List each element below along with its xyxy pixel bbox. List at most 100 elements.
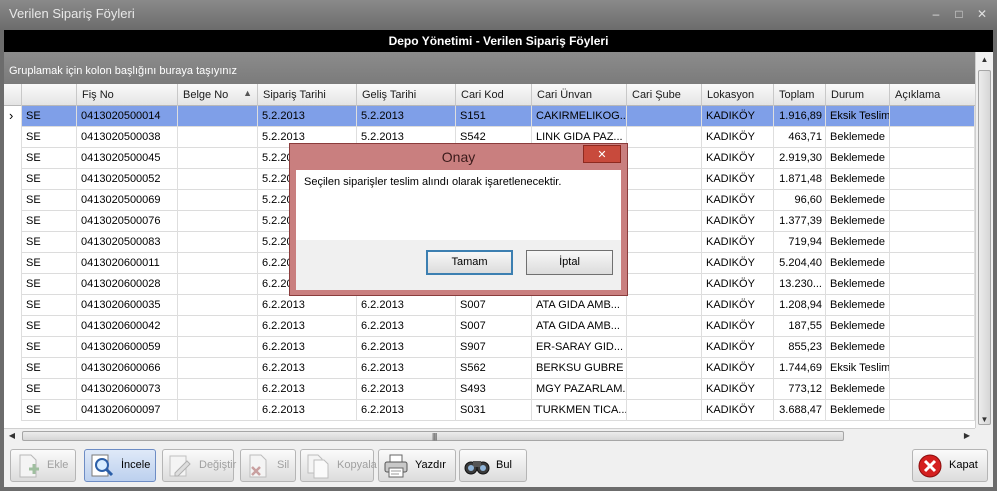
print-button[interactable]: Yazdır	[378, 449, 456, 482]
cell-cari-kod[interactable]: S151	[456, 106, 532, 127]
delete-button[interactable]: Sil	[240, 449, 296, 482]
cell-fis-no[interactable]: 0413020500038	[77, 127, 178, 148]
cell-fis-no[interactable]: 0413020500076	[77, 211, 178, 232]
cell-type[interactable]: SE	[22, 358, 77, 379]
dialog-close-button[interactable]: ✕	[583, 145, 621, 163]
cell-aciklama[interactable]	[890, 295, 975, 316]
cell-toplam[interactable]: 773,12	[774, 379, 826, 400]
cell-durum[interactable]: Eksik Teslim	[826, 358, 890, 379]
close-window-button[interactable]: ✕	[971, 4, 993, 24]
horizontal-scroll-thumb[interactable]: ||||	[22, 431, 844, 441]
cell-cari-unvan[interactable]: CAKIRMELIKOG...	[532, 106, 627, 127]
cell-durum[interactable]: Beklemede	[826, 400, 890, 421]
maximize-button[interactable]: □	[948, 4, 970, 24]
cell-cari-kod[interactable]: S907	[456, 337, 532, 358]
column-header-lokasyon[interactable]: Lokasyon	[702, 84, 774, 106]
cell-aciklama[interactable]	[890, 379, 975, 400]
cell-cari-sube[interactable]	[627, 337, 702, 358]
close-button[interactable]: Kapat	[912, 449, 988, 482]
cell-cari-sube[interactable]	[627, 274, 702, 295]
cell-belge-no[interactable]	[178, 106, 258, 127]
cell-cari-kod[interactable]: S493	[456, 379, 532, 400]
horizontal-scrollbar[interactable]: ◀ |||| ▶	[4, 428, 975, 443]
cell-lokasyon[interactable]: KADIKÖY	[702, 337, 774, 358]
minimize-button[interactable]: –	[925, 4, 947, 24]
cell-fis-no[interactable]: 0413020600028	[77, 274, 178, 295]
cell-cari-sube[interactable]	[627, 316, 702, 337]
cell-lokasyon[interactable]: KADIKÖY	[702, 148, 774, 169]
scroll-down-arrow-icon[interactable]: ▼	[976, 412, 993, 428]
cell-durum[interactable]: Beklemede	[826, 148, 890, 169]
cell-lokasyon[interactable]: KADIKÖY	[702, 211, 774, 232]
cell-durum[interactable]: Beklemede	[826, 274, 890, 295]
cell-belge-no[interactable]	[178, 148, 258, 169]
cell-siparis-tarihi[interactable]: 6.2.2013	[258, 400, 357, 421]
column-header-durum[interactable]: Durum	[826, 84, 890, 106]
cell-type[interactable]: SE	[22, 232, 77, 253]
cell-type[interactable]: SE	[22, 379, 77, 400]
cell-fis-no[interactable]: 0413020500045	[77, 148, 178, 169]
cell-type[interactable]: SE	[22, 316, 77, 337]
table-row[interactable]: › SE 0413020500014 5.2.2013 5.2.2013 S151 CAKI…	[4, 106, 975, 127]
cell-belge-no[interactable]	[178, 337, 258, 358]
cell-aciklama[interactable]	[890, 316, 975, 337]
cell-lokasyon[interactable]: KADIKÖY	[702, 274, 774, 295]
table-row[interactable]: SE 0413020600059 6.2.2013 6.2.2013 S907 ER-SA…	[4, 337, 975, 358]
cell-durum[interactable]: Beklemede	[826, 211, 890, 232]
cell-toplam[interactable]: 187,55	[774, 316, 826, 337]
cell-cari-sube[interactable]	[627, 106, 702, 127]
cell-aciklama[interactable]	[890, 274, 975, 295]
cell-fis-no[interactable]: 0413020600073	[77, 379, 178, 400]
cell-siparis-tarihi[interactable]: 5.2.2013	[258, 106, 357, 127]
cell-fis-no[interactable]: 0413020600011	[77, 253, 178, 274]
scroll-up-arrow-icon[interactable]: ▲	[976, 52, 993, 68]
cell-cari-unvan[interactable]: MGY PAZARLAM...	[532, 379, 627, 400]
cell-durum[interactable]: Eksik Teslim	[826, 106, 890, 127]
cell-cari-sube[interactable]	[627, 295, 702, 316]
cell-fis-no[interactable]: 0413020600035	[77, 295, 178, 316]
cell-lokasyon[interactable]: KADIKÖY	[702, 190, 774, 211]
cell-aciklama[interactable]	[890, 232, 975, 253]
cell-type[interactable]: SE	[22, 190, 77, 211]
vertical-scrollbar[interactable]: ▲ ▼	[975, 52, 993, 428]
cell-toplam[interactable]: 463,71	[774, 127, 826, 148]
table-row[interactable]: SE 0413020600035 6.2.2013 6.2.2013 S007 ATA G…	[4, 295, 975, 316]
cell-lokasyon[interactable]: KADIKÖY	[702, 295, 774, 316]
scroll-left-arrow-icon[interactable]: ◀	[4, 429, 20, 443]
cell-cari-sube[interactable]	[627, 253, 702, 274]
cell-toplam[interactable]: 5.204,40	[774, 253, 826, 274]
cell-belge-no[interactable]	[178, 316, 258, 337]
cell-siparis-tarihi[interactable]: 6.2.2013	[258, 295, 357, 316]
cell-fis-no[interactable]: 0413020600059	[77, 337, 178, 358]
table-row[interactable]: SE 0413020600073 6.2.2013 6.2.2013 S493 MGY P…	[4, 379, 975, 400]
column-header-gelis-tarihi[interactable]: Geliş Tarihi	[357, 84, 456, 106]
cell-toplam[interactable]: 855,23	[774, 337, 826, 358]
cell-toplam[interactable]: 1.208,94	[774, 295, 826, 316]
cell-cari-sube[interactable]	[627, 211, 702, 232]
cell-lokasyon[interactable]: KADIKÖY	[702, 127, 774, 148]
table-row[interactable]: SE 0413020600042 6.2.2013 6.2.2013 S007 ATA G…	[4, 316, 975, 337]
cell-belge-no[interactable]	[178, 127, 258, 148]
find-button[interactable]: Bul	[459, 449, 527, 482]
cell-cari-kod[interactable]: S031	[456, 400, 532, 421]
column-header-cari-unvan[interactable]: Cari Ünvan	[532, 84, 627, 106]
cell-belge-no[interactable]	[178, 169, 258, 190]
cell-belge-no[interactable]	[178, 253, 258, 274]
cell-aciklama[interactable]	[890, 148, 975, 169]
cell-cari-sube[interactable]	[627, 358, 702, 379]
cell-toplam[interactable]: 2.919,30	[774, 148, 826, 169]
cell-cari-sube[interactable]	[627, 190, 702, 211]
cell-toplam[interactable]: 1.744,69	[774, 358, 826, 379]
cell-fis-no[interactable]: 0413020500014	[77, 106, 178, 127]
cell-aciklama[interactable]	[890, 106, 975, 127]
cell-aciklama[interactable]	[890, 358, 975, 379]
column-header-siparis-tarihi[interactable]: Sipariş Tarihi	[258, 84, 357, 106]
cell-durum[interactable]: Beklemede	[826, 127, 890, 148]
cell-durum[interactable]: Beklemede	[826, 232, 890, 253]
cell-type[interactable]: SE	[22, 148, 77, 169]
cell-cari-sube[interactable]	[627, 148, 702, 169]
table-row[interactable]: SE 0413020600066 6.2.2013 6.2.2013 S562 BERKS…	[4, 358, 975, 379]
cell-lokasyon[interactable]: KADIKÖY	[702, 169, 774, 190]
cell-aciklama[interactable]	[890, 127, 975, 148]
cell-gelis-tarihi[interactable]: 6.2.2013	[357, 379, 456, 400]
